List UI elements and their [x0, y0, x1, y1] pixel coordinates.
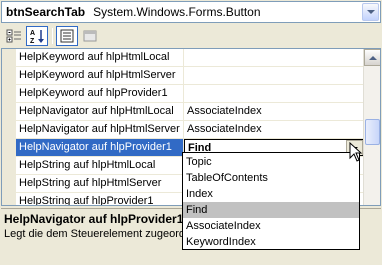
property-row[interactable]: HelpNavigator auf hlpHtmlLocal Associate…	[16, 103, 364, 121]
property-name: HelpNavigator auf hlpProvider1	[16, 139, 184, 156]
object-type: System.Windows.Forms.Button	[93, 5, 261, 19]
property-name: HelpKeyword auf hlpProvider1	[16, 85, 184, 102]
object-selector[interactable]: btnSearchTab System.Windows.Forms.Button	[1, 1, 381, 23]
property-name: HelpNavigator auf hlpHtmlLocal	[16, 103, 184, 120]
property-toolbar: A Z	[0, 25, 382, 47]
svg-text:Z: Z	[30, 38, 35, 44]
events-icon	[83, 30, 97, 42]
property-name: HelpKeyword auf hlpHtmlServer	[16, 67, 184, 84]
property-row[interactable]: HelpKeyword auf hlpProvider1	[16, 85, 364, 103]
scroll-thumb[interactable]	[365, 119, 380, 145]
chevron-down-icon	[366, 10, 375, 14]
selector-dropdown-button[interactable]	[362, 3, 379, 21]
grid-margin	[2, 49, 16, 205]
arrow-up-icon	[368, 55, 377, 60]
dropdown-option[interactable]: Index	[183, 186, 359, 202]
mouse-cursor-icon	[349, 142, 363, 162]
alphabetical-button[interactable]: A Z	[26, 26, 48, 46]
dropdown-option[interactable]: Topic	[183, 154, 359, 170]
categorized-button[interactable]	[3, 26, 25, 46]
property-value[interactable]	[184, 67, 364, 84]
grid-scrollbar[interactable]	[363, 49, 380, 205]
property-row[interactable]: HelpNavigator auf hlpHtmlServer Associat…	[16, 121, 364, 139]
categorized-icon	[6, 29, 21, 43]
svg-text:A: A	[30, 30, 35, 37]
property-value[interactable]: AssociateIndex	[184, 103, 364, 120]
dropdown-option[interactable]: KeywordIndex	[183, 234, 359, 250]
object-name: btnSearchTab	[6, 5, 86, 19]
alphabetical-icon: A Z	[30, 30, 44, 44]
value-dropdown-list[interactable]: Topic TableOfContents Index Find Associa…	[182, 152, 360, 250]
dropdown-option[interactable]: TableOfContents	[183, 170, 359, 186]
property-name: HelpString auf hlpHtmlServer	[16, 175, 184, 192]
property-name: HelpString auf hlpProvider1	[16, 193, 184, 205]
dropdown-option[interactable]: AssociateIndex	[183, 218, 359, 234]
property-value[interactable]	[184, 49, 364, 66]
scroll-up-button[interactable]	[364, 49, 380, 66]
property-name: HelpKeyword auf hlpHtmlLocal	[16, 49, 184, 66]
property-value[interactable]: AssociateIndex	[184, 121, 364, 138]
events-button[interactable]	[79, 26, 101, 46]
toolbar-separator	[52, 28, 53, 44]
property-value[interactable]	[184, 85, 364, 102]
dropdown-option-selected[interactable]: Find	[183, 202, 359, 218]
property-row[interactable]: HelpKeyword auf hlpHtmlServer	[16, 67, 364, 85]
properties-icon	[60, 29, 74, 43]
property-name: HelpString auf hlpHtmlLocal	[16, 157, 184, 174]
property-name: HelpNavigator auf hlpHtmlServer	[16, 121, 184, 138]
properties-button[interactable]	[56, 26, 78, 46]
property-row[interactable]: HelpKeyword auf hlpHtmlLocal	[16, 49, 364, 67]
